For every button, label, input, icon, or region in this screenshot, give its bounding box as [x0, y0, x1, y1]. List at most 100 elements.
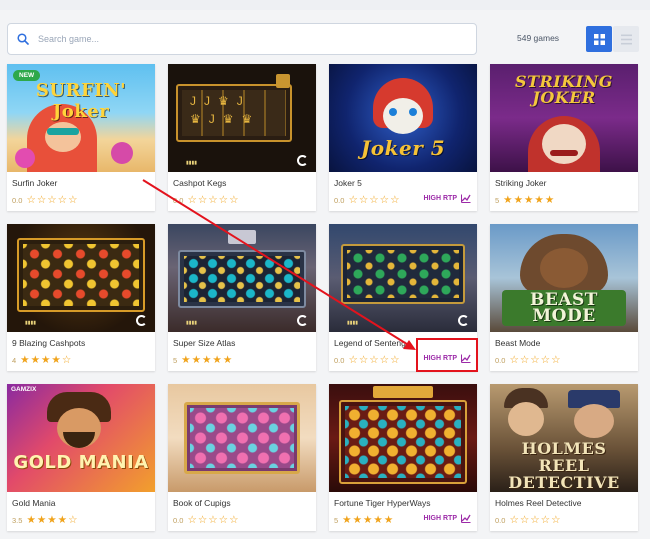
game-name: Cashpot Kegs	[173, 178, 227, 188]
rating-stars: ☆☆☆☆☆	[187, 514, 240, 526]
game-name: Striking Joker	[495, 178, 547, 188]
list-icon	[620, 34, 632, 44]
spin-icon	[297, 315, 308, 326]
game-card[interactable]: SURFIN' Joker NEW Surfin Joker 0.0 ☆☆☆☆☆	[7, 64, 155, 211]
game-thumbnail[interactable]: ▮▮▮▮	[168, 224, 316, 332]
rating-stars: ☆☆☆☆☆	[509, 354, 562, 366]
game-card[interactable]: HOLMES REEL DETECTIVE Holmes Reel Detect…	[490, 384, 638, 531]
rating-stars: ☆☆☆☆☆	[187, 194, 240, 206]
game-art-title: SURFIN' Joker	[35, 80, 127, 122]
rating-value: 0.0	[495, 355, 506, 365]
rating-value: 3.5	[12, 515, 23, 525]
game-card[interactable]: JJ♛J ♛J♛♛ ▮▮▮▮ Cashpot Kegs 0.0 ☆☆☆☆☆	[168, 64, 316, 211]
game-thumbnail[interactable]: STRIKING JOKER	[490, 64, 638, 172]
brand-tag: ▮▮▮▮	[25, 320, 37, 326]
game-thumbnail[interactable]: JJ♛J ♛J♛♛ ▮▮▮▮	[168, 64, 316, 172]
rating-value: 0.0	[173, 195, 184, 205]
rating-stars: ☆☆☆☆☆	[26, 194, 79, 206]
game-rating: 3.5 ★★★★☆	[12, 514, 79, 526]
game-rating: 0.0 ☆☆☆☆☆	[334, 194, 401, 206]
game-card[interactable]: Book of Cupigs 0.0 ☆☆☆☆☆	[168, 384, 316, 531]
game-art-title: HOLMES REEL DETECTIVE	[508, 439, 620, 492]
game-art-title: STRIKING JOKER	[515, 72, 613, 107]
game-thumbnail[interactable]: SURFIN' Joker NEW	[7, 64, 155, 172]
brand-tag: ▮▮▮▮	[186, 320, 198, 326]
spin-icon	[297, 155, 308, 166]
game-rating: 0.0 ☆☆☆☆☆	[495, 354, 562, 366]
game-thumbnail[interactable]	[329, 384, 477, 492]
game-rating: 0.0 ☆☆☆☆☆	[12, 194, 79, 206]
rating-stars: ★★★★☆	[20, 354, 73, 366]
rating-value: 0.0	[495, 515, 506, 525]
chart-icon	[461, 194, 471, 203]
rating-value: 4	[12, 355, 17, 365]
brand-tag: ▮▮▮▮	[186, 160, 198, 166]
rating-value: 5	[173, 355, 178, 365]
rating-value: 0.0	[173, 515, 184, 525]
game-thumbnail[interactable]: Joker 5	[329, 64, 477, 172]
game-rating: 0.0 ☆☆☆☆☆	[495, 514, 562, 526]
spin-icon	[458, 315, 469, 326]
game-rating: 0.0 ☆☆☆☆☆	[173, 194, 240, 206]
game-rating: 4 ★★★★☆	[12, 354, 72, 366]
rating-stars: ☆☆☆☆☆	[348, 194, 401, 206]
high-rtp-badge[interactable]: HIGH RTP	[424, 194, 471, 203]
game-name: Book of Cupigs	[173, 498, 231, 508]
rating-stars: ★★★★☆	[26, 514, 79, 526]
game-art-title: GOLD MANIA	[13, 452, 149, 473]
game-thumbnail[interactable]: ▮▮▮▮	[7, 224, 155, 332]
game-art-title: Joker 5	[360, 136, 446, 160]
high-rtp-label: HIGH RTP	[423, 195, 457, 202]
rating-stars: ★★★★★	[503, 194, 556, 206]
game-card[interactable]: STRIKING JOKER Striking Joker 5 ★★★★★	[490, 64, 638, 211]
chart-icon	[461, 514, 471, 523]
game-name: Fortune Tiger HyperWays	[334, 498, 431, 508]
game-name: Holmes Reel Detective	[495, 498, 582, 508]
game-card[interactable]: Joker 5 Joker 5 0.0 ☆☆☆☆☆ HIGH RTP	[329, 64, 477, 211]
game-thumbnail[interactable]: HOLMES REEL DETECTIVE	[490, 384, 638, 492]
game-name: Gold Mania	[12, 498, 56, 508]
rating-value: 0.0	[334, 355, 345, 365]
search-icon	[17, 33, 29, 45]
game-thumbnail[interactable]: ▮▮▮▮	[329, 224, 477, 332]
game-art-title: BEAST MODE	[502, 290, 626, 326]
game-card[interactable]: ▮▮▮▮ Super Size Atlas 5 ★★★★★	[168, 224, 316, 371]
game-thumbnail[interactable]	[168, 384, 316, 492]
spin-icon	[136, 315, 147, 326]
search-box[interactable]	[7, 23, 477, 55]
new-badge: NEW	[13, 70, 41, 81]
grid-view-button[interactable]	[586, 26, 612, 52]
game-card[interactable]: GAMZIX GOLD MANIA Gold Mania 3.5 ★★★★☆	[7, 384, 155, 531]
rating-value: 5	[334, 515, 339, 525]
game-name: Beast Mode	[495, 338, 541, 348]
game-card[interactable]: Fortune Tiger HyperWays 5 ★★★★★ HIGH RTP	[329, 384, 477, 531]
games-count: 549 games	[517, 33, 560, 43]
top-band	[0, 0, 650, 10]
high-rtp-highlight-box	[416, 338, 478, 372]
game-card[interactable]: ▮▮▮▮ 9 Blazing Cashpots 4 ★★★★☆	[7, 224, 155, 371]
game-name: 9 Blazing Cashpots	[12, 338, 86, 348]
game-name: Legend of Senteng	[334, 338, 406, 348]
brand-tag: ▮▮▮▮	[347, 320, 359, 326]
game-rating: 5 ★★★★★	[334, 514, 394, 526]
game-thumbnail[interactable]: GAMZIX GOLD MANIA	[7, 384, 155, 492]
game-card[interactable]: BEAST MODE Beast Mode 0.0 ☆☆☆☆☆	[490, 224, 638, 371]
game-rating: 0.0 ☆☆☆☆☆	[334, 354, 401, 366]
rating-stars: ★★★★★	[181, 354, 234, 366]
game-rating: 5 ★★★★★	[173, 354, 233, 366]
high-rtp-badge[interactable]: HIGH RTP	[424, 514, 471, 523]
game-name: Joker 5	[334, 178, 362, 188]
high-rtp-label: HIGH RTP	[423, 515, 457, 522]
list-view-button[interactable]	[613, 26, 639, 52]
rating-value: 5	[495, 195, 500, 205]
game-thumbnail[interactable]: BEAST MODE	[490, 224, 638, 332]
game-rating: 0.0 ☆☆☆☆☆	[173, 514, 240, 526]
grid-icon	[593, 33, 605, 45]
rating-stars: ☆☆☆☆☆	[348, 354, 401, 366]
game-name: Super Size Atlas	[173, 338, 236, 348]
rating-stars: ☆☆☆☆☆	[509, 514, 562, 526]
game-rating: 5 ★★★★★	[495, 194, 555, 206]
search-input[interactable]	[38, 34, 438, 44]
rating-stars: ★★★★★	[342, 514, 395, 526]
rating-value: 0.0	[12, 195, 23, 205]
